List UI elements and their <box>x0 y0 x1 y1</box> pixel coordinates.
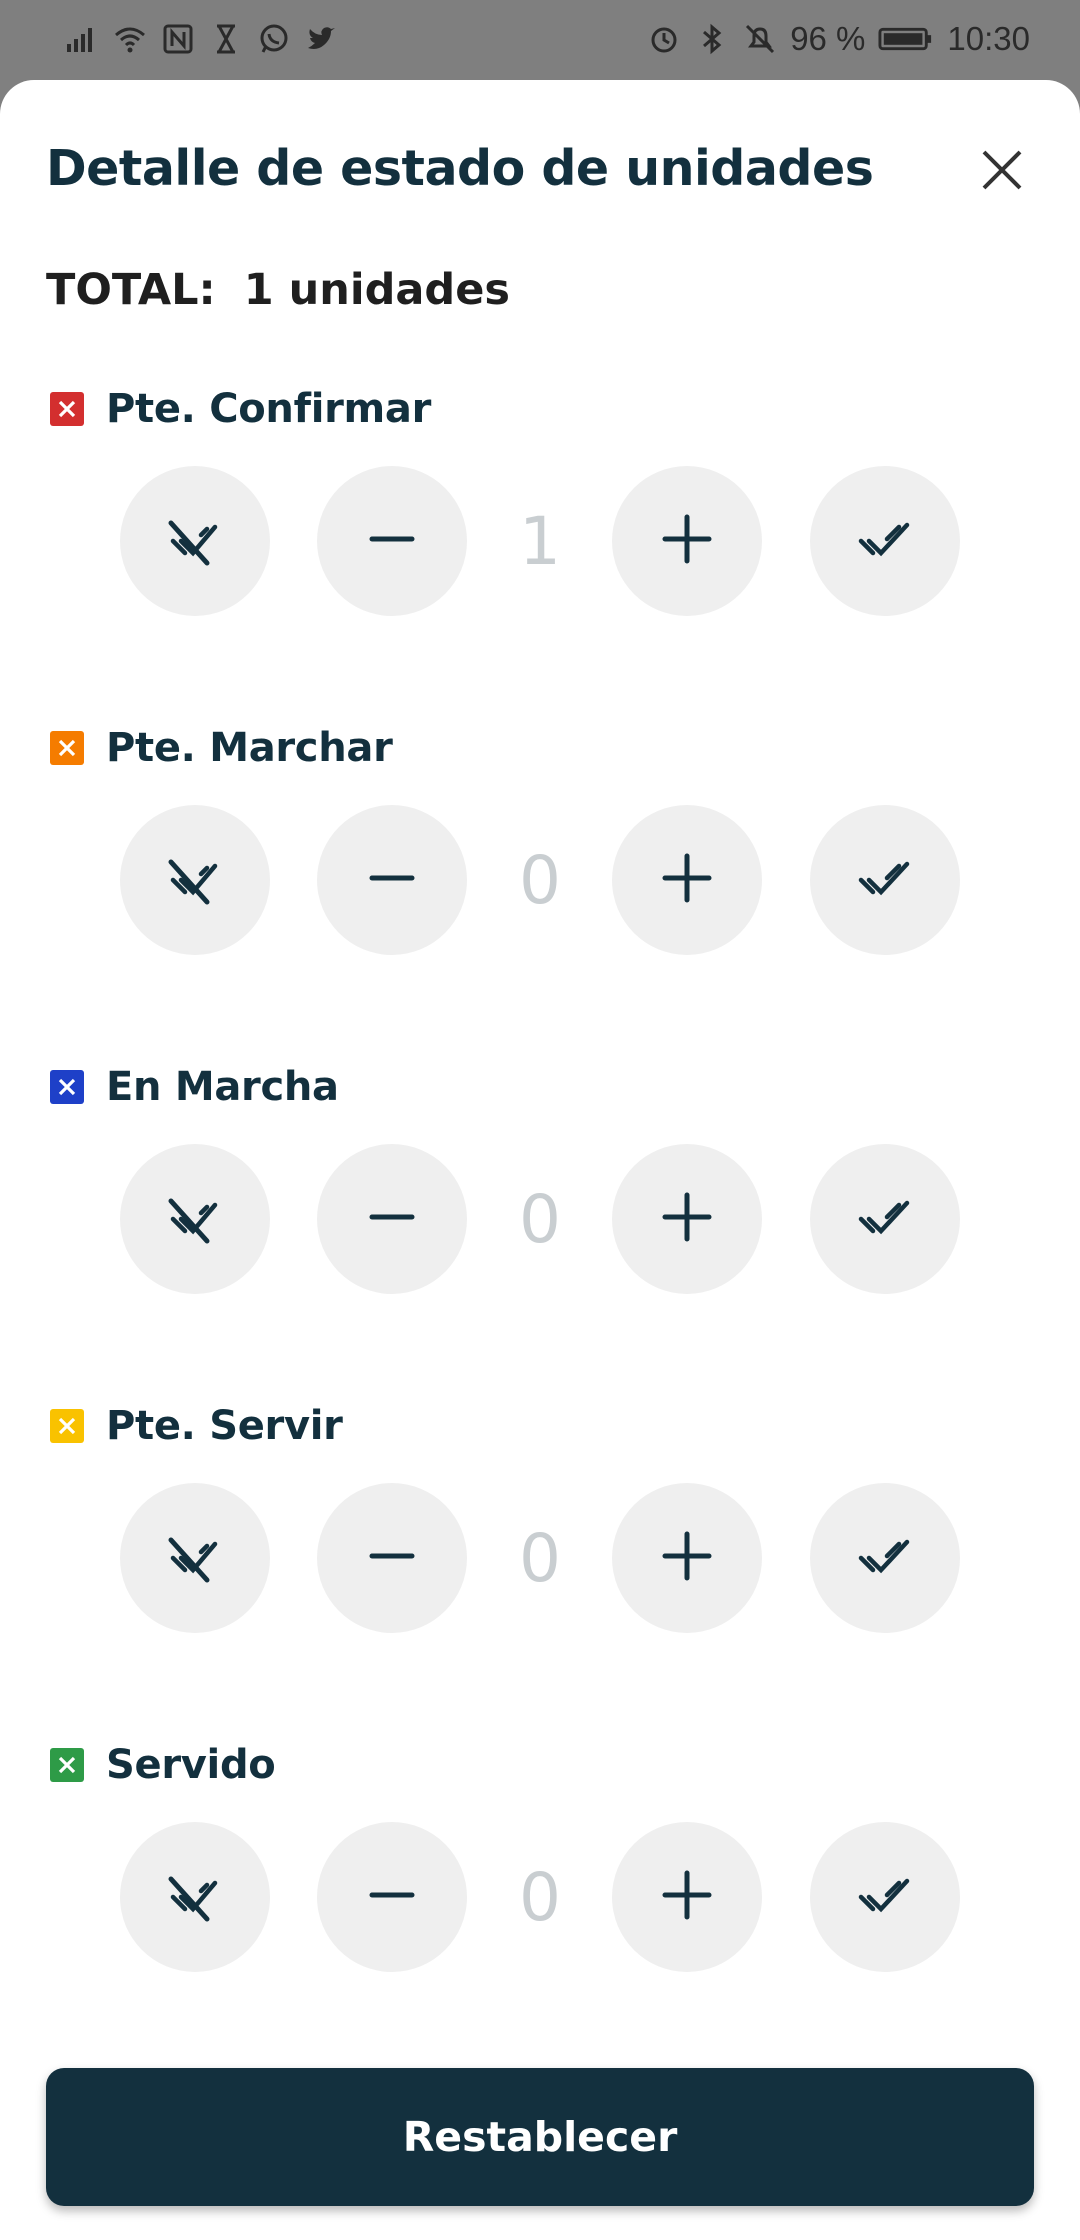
minus-icon <box>354 840 430 921</box>
done-all-icon <box>847 1857 923 1938</box>
unit-status-sheet: Detalle de estado de unidades TOTAL: 1 u… <box>0 80 1080 2240</box>
decrement-button[interactable] <box>317 1144 467 1294</box>
uncheck-all-button[interactable] <box>120 1822 270 1972</box>
uncheck-all-button[interactable] <box>120 1144 270 1294</box>
close-icon <box>982 150 1022 190</box>
minus-icon <box>354 501 430 582</box>
status-left <box>64 18 340 60</box>
section-header: Pte. Servir <box>50 1403 343 1449</box>
remove-done-icon <box>157 501 233 582</box>
plus-icon <box>649 1179 725 1260</box>
section-header: Pte. Marchar <box>50 725 393 771</box>
sheet-title: Detalle de estado de unidades <box>46 140 874 197</box>
status-color-x-icon <box>50 731 84 765</box>
done-all-icon <box>847 501 923 582</box>
status-section-pte-servir: Pte. Servir 0 <box>0 1403 1080 1723</box>
increment-button[interactable] <box>612 1483 762 1633</box>
whatsapp-icon <box>256 18 292 60</box>
reset-button[interactable]: Restablecer <box>46 2068 1034 2206</box>
battery-percent: 96 % <box>790 20 866 57</box>
minus-icon <box>354 1857 430 1938</box>
decrement-button[interactable] <box>317 466 467 616</box>
twitter-icon <box>304 18 340 60</box>
section-label: Pte. Confirmar <box>106 386 432 432</box>
status-section-servido: Servido 0 <box>0 1742 1080 2062</box>
uncheck-all-button[interactable] <box>120 1483 270 1633</box>
done-all-icon <box>847 840 923 921</box>
section-header: Pte. Confirmar <box>50 386 431 432</box>
section-label: Pte. Servir <box>106 1403 343 1449</box>
total-value: 1 unidades <box>243 265 510 315</box>
unit-count: 0 <box>519 1858 561 1936</box>
check-all-button[interactable] <box>810 1822 960 1972</box>
increment-button[interactable] <box>612 805 762 955</box>
uncheck-all-button[interactable] <box>120 805 270 955</box>
status-section-pte-marchar: Pte. Marchar 0 <box>0 725 1080 1045</box>
section-label: Pte. Marchar <box>106 725 393 771</box>
check-all-button[interactable] <box>810 805 960 955</box>
nfc-icon <box>160 18 196 60</box>
unit-count: 1 <box>519 502 561 580</box>
done-all-icon <box>847 1179 923 1260</box>
status-bar: 96 % 10:30 <box>0 0 1080 80</box>
plus-icon <box>649 501 725 582</box>
increment-button[interactable] <box>612 466 762 616</box>
decrement-button[interactable] <box>317 1822 467 1972</box>
unit-count: 0 <box>519 1180 561 1258</box>
wifi-icon <box>112 18 148 60</box>
hourglass-icon <box>208 18 244 60</box>
remove-done-icon <box>157 1857 233 1938</box>
signal-icon <box>64 18 100 60</box>
alarm-icon <box>646 18 682 60</box>
remove-done-icon <box>157 840 233 921</box>
check-all-button[interactable] <box>810 466 960 616</box>
section-header: En Marcha <box>50 1064 339 1110</box>
unit-count: 0 <box>519 1519 561 1597</box>
close-button[interactable] <box>974 142 1030 198</box>
unit-count: 0 <box>519 841 561 919</box>
status-color-x-icon <box>50 1070 84 1104</box>
status-color-x-icon <box>50 392 84 426</box>
status-right: 96 % 10:30 <box>646 18 1030 60</box>
clock: 10:30 <box>947 20 1030 57</box>
battery-icon <box>877 18 935 60</box>
plus-icon <box>649 840 725 921</box>
bell-off-icon <box>742 18 778 60</box>
total-row: TOTAL: 1 unidades <box>46 265 510 315</box>
minus-icon <box>354 1179 430 1260</box>
status-section-en-marcha: En Marcha 0 <box>0 1064 1080 1384</box>
section-label: En Marcha <box>106 1064 339 1110</box>
remove-done-icon <box>157 1518 233 1599</box>
section-label: Servido <box>106 1742 276 1788</box>
total-label: TOTAL: <box>46 265 216 315</box>
section-header: Servido <box>50 1742 276 1788</box>
minus-icon <box>354 1518 430 1599</box>
done-all-icon <box>847 1518 923 1599</box>
status-section-pte-confirmar: Pte. Confirmar 1 <box>0 386 1080 706</box>
remove-done-icon <box>157 1179 233 1260</box>
check-all-button[interactable] <box>810 1144 960 1294</box>
decrement-button[interactable] <box>317 805 467 955</box>
decrement-button[interactable] <box>317 1483 467 1633</box>
plus-icon <box>649 1518 725 1599</box>
reset-label: Restablecer <box>402 2113 678 2161</box>
status-color-x-icon <box>50 1748 84 1782</box>
uncheck-all-button[interactable] <box>120 466 270 616</box>
plus-icon <box>649 1857 725 1938</box>
increment-button[interactable] <box>612 1144 762 1294</box>
status-color-x-icon <box>50 1409 84 1443</box>
increment-button[interactable] <box>612 1822 762 1972</box>
bluetooth-icon <box>694 18 730 60</box>
check-all-button[interactable] <box>810 1483 960 1633</box>
